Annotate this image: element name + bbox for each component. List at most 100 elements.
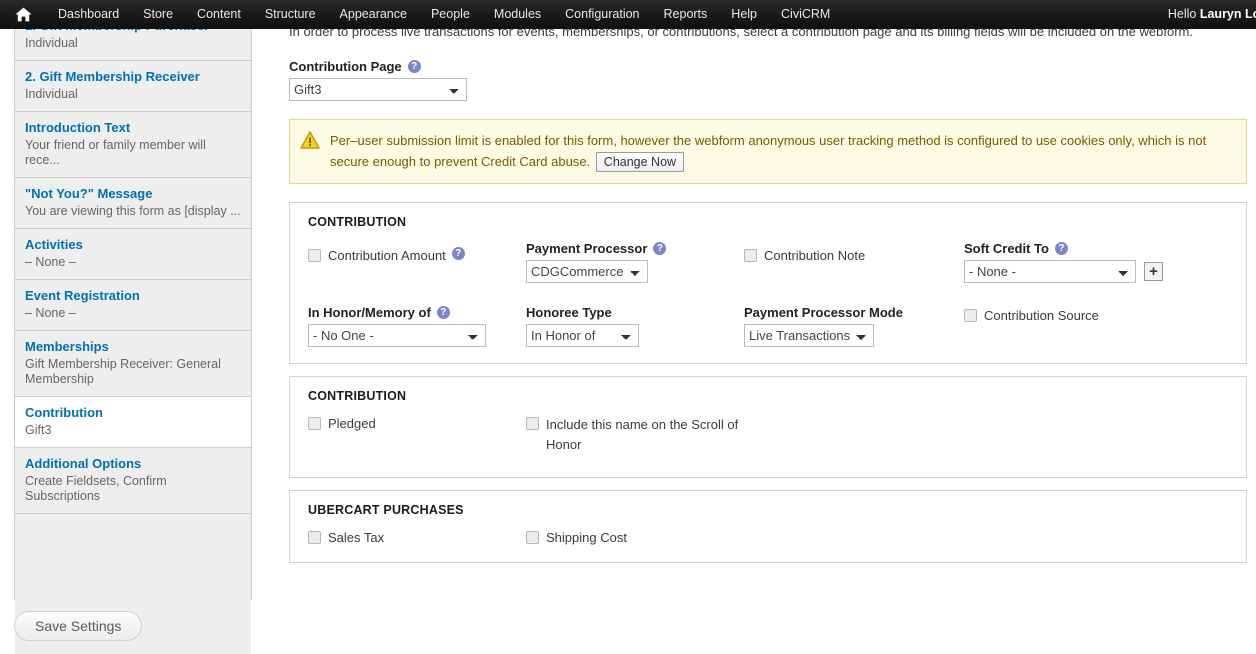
contribution-amount-checkbox[interactable] — [308, 249, 321, 262]
pledged-row[interactable]: Pledged — [308, 415, 526, 432]
home-icon[interactable] — [14, 6, 32, 24]
sidebar-item-title: Event Registration — [25, 288, 140, 303]
fieldset-contribution-main: CONTRIBUTION Contribution Amount ? Payme… — [289, 202, 1247, 364]
payment-processor-label: Payment Processor — [526, 241, 648, 256]
honoree-type-select[interactable]: In Honor of — [526, 324, 639, 347]
contribution-page-label-row: Contribution Page ? — [289, 59, 1250, 74]
payment-processor-mode-label-row: Payment Processor Mode — [744, 305, 964, 320]
change-now-button[interactable]: Change Now — [595, 152, 685, 172]
shipping-cost-checkbox[interactable] — [526, 531, 539, 544]
sidebar-item-summary: Individual — [25, 36, 78, 50]
contribution-source-checkbox[interactable] — [964, 309, 977, 322]
warning-message: Per–user submission limit is enabled for… — [289, 119, 1247, 184]
nav-reports[interactable]: Reports — [652, 0, 720, 29]
nav-content[interactable]: Content — [185, 0, 253, 29]
sidebar-item-title: 2. Gift Membership Receiver — [25, 69, 200, 84]
col-contribution-source: Contribution Source — [964, 305, 1224, 324]
nav-configuration[interactable]: Configuration — [553, 0, 651, 29]
nav-people[interactable]: People — [419, 0, 482, 29]
payment-processor-select[interactable]: CDGCommerce — [526, 260, 648, 283]
fieldset-row: Sales Tax Shipping Cost — [308, 529, 1228, 546]
sidebar-item-contribution[interactable]: Contribution Gift3 — [15, 397, 251, 448]
nav-appearance[interactable]: Appearance — [328, 0, 419, 29]
scroll-of-honor-row[interactable]: Include this name on the Scroll of Honor — [526, 415, 744, 455]
fieldset-contribution-secondary: CONTRIBUTION Pledged Include this name o… — [289, 376, 1247, 478]
sidebar-item-title: Additional Options — [25, 456, 142, 471]
in-honor-memory-label-row: In Honor/Memory of ? — [308, 305, 526, 320]
nav-structure[interactable]: Structure — [253, 0, 328, 29]
soft-credit-to-label-row: Soft Credit To ? — [964, 241, 1224, 256]
sidebar-item-title: Memberships — [25, 339, 109, 354]
shipping-cost-label: Shipping Cost — [546, 530, 627, 545]
sidebar-item-activities[interactable]: Activities – None – — [15, 229, 251, 280]
warning-triangle-icon — [300, 131, 320, 152]
pledged-label: Pledged — [328, 416, 376, 431]
greeting-prefix: Hello — [1167, 7, 1200, 21]
sidebar-item-summary: – None – — [25, 255, 76, 269]
payment-processor-label-row: Payment Processor ? — [526, 241, 744, 256]
contribution-page-select[interactable]: Gift3 — [289, 78, 467, 101]
contribution-source-label: Contribution Source — [984, 308, 1099, 323]
nav-help[interactable]: Help — [719, 0, 769, 29]
sidebar-item-event-registration[interactable]: Event Registration – None – — [15, 280, 251, 331]
user-name[interactable]: Lauryn Low — [1200, 7, 1256, 21]
col-sales-tax: Sales Tax — [308, 529, 526, 546]
sidebar-item-memberships[interactable]: Memberships Gift Membership Receiver: Ge… — [15, 331, 251, 397]
contribution-note-label: Contribution Note — [764, 248, 866, 263]
col-contribution-note: Contribution Note — [744, 241, 964, 264]
pledged-checkbox[interactable] — [308, 417, 321, 430]
soft-credit-to-select[interactable]: - None - — [964, 260, 1136, 283]
sidebar-item-additional-options[interactable]: Additional Options Create Fieldsets, Con… — [15, 448, 251, 514]
sidebar-item-summary: Gift Membership Receiver: General Member… — [25, 357, 221, 386]
fieldset-legend: UBERCART PURCHASES — [308, 503, 464, 517]
fieldset-ubercart-purchases: UBERCART PURCHASES Sales Tax Shipping Co… — [289, 490, 1247, 563]
in-honor-memory-label: In Honor/Memory of — [308, 305, 431, 320]
col-in-honor-memory-of: In Honor/Memory of ? - No One - — [308, 305, 526, 347]
nav-civicrm[interactable]: CiviCRM — [769, 0, 842, 29]
contribution-source-row[interactable]: Contribution Source — [964, 307, 1224, 324]
honoree-type-label: Honoree Type — [526, 305, 612, 320]
help-icon[interactable]: ? — [436, 306, 450, 319]
help-icon[interactable]: ? — [451, 247, 465, 260]
sidebar-item-summary: Gift3 — [25, 423, 52, 437]
fieldset-row: Pledged Include this name on the Scroll … — [308, 415, 1228, 455]
plus-icon[interactable]: + — [1144, 262, 1163, 281]
col-pledged: Pledged — [308, 415, 526, 432]
sales-tax-checkbox[interactable] — [308, 531, 321, 544]
contribution-note-checkbox[interactable] — [744, 249, 757, 262]
col-soft-credit-to: Soft Credit To ? - None - + — [964, 241, 1224, 283]
soft-credit-to-label: Soft Credit To — [964, 241, 1049, 256]
contribution-note-row[interactable]: Contribution Note — [744, 247, 964, 264]
page-root: 1. Gift Membership Purchaser Individual … — [0, 0, 1256, 654]
sidebar-item-gift-membership-receiver[interactable]: 2. Gift Membership Receiver Individual — [15, 61, 251, 112]
help-icon[interactable]: ? — [653, 242, 667, 255]
fieldset-legend: CONTRIBUTION — [308, 215, 407, 229]
nav-store[interactable]: Store — [131, 0, 185, 29]
fieldset-legend: CONTRIBUTION — [308, 389, 407, 403]
col-shipping-cost: Shipping Cost — [526, 529, 744, 546]
save-settings-button[interactable]: Save Settings — [14, 611, 143, 641]
sidebar-item-summary: You are viewing this form as [display ..… — [25, 204, 241, 218]
fieldset-row-2: In Honor/Memory of ? - No One - Honoree … — [308, 305, 1228, 347]
admin-toolbar: Dashboard Store Content Structure Appear… — [0, 0, 1256, 29]
sidebar-item-introduction-text[interactable]: Introduction Text Your friend or family … — [15, 112, 251, 178]
sidebar-item-not-you-message[interactable]: "Not You?" Message You are viewing this … — [15, 178, 251, 229]
shipping-cost-row[interactable]: Shipping Cost — [526, 529, 744, 546]
soft-credit-to-controls: - None - + — [964, 260, 1224, 283]
contribution-amount-row[interactable]: Contribution Amount ? — [308, 247, 526, 264]
nav-dashboard[interactable]: Dashboard — [46, 0, 131, 29]
col-contribution-amount: Contribution Amount ? — [308, 241, 526, 264]
help-icon[interactable]: ? — [407, 60, 421, 73]
payment-processor-mode-select[interactable]: Live Transactions — [744, 324, 874, 347]
scroll-of-honor-checkbox[interactable] — [526, 417, 539, 430]
col-scroll-of-honor: Include this name on the Scroll of Honor — [526, 415, 744, 455]
help-icon[interactable]: ? — [1054, 242, 1068, 255]
warning-text-wrap: Per–user submission limit is enabled for… — [330, 130, 1234, 172]
sales-tax-row[interactable]: Sales Tax — [308, 529, 526, 546]
nav-modules[interactable]: Modules — [482, 0, 553, 29]
col-honoree-type: Honoree Type In Honor of — [526, 305, 744, 347]
payment-processor-mode-label: Payment Processor Mode — [744, 305, 903, 320]
save-settings-wrap: Save Settings — [14, 611, 143, 641]
in-honor-memory-select[interactable]: - No One - — [308, 324, 486, 347]
sidebar-item-title: Activities — [25, 237, 83, 252]
